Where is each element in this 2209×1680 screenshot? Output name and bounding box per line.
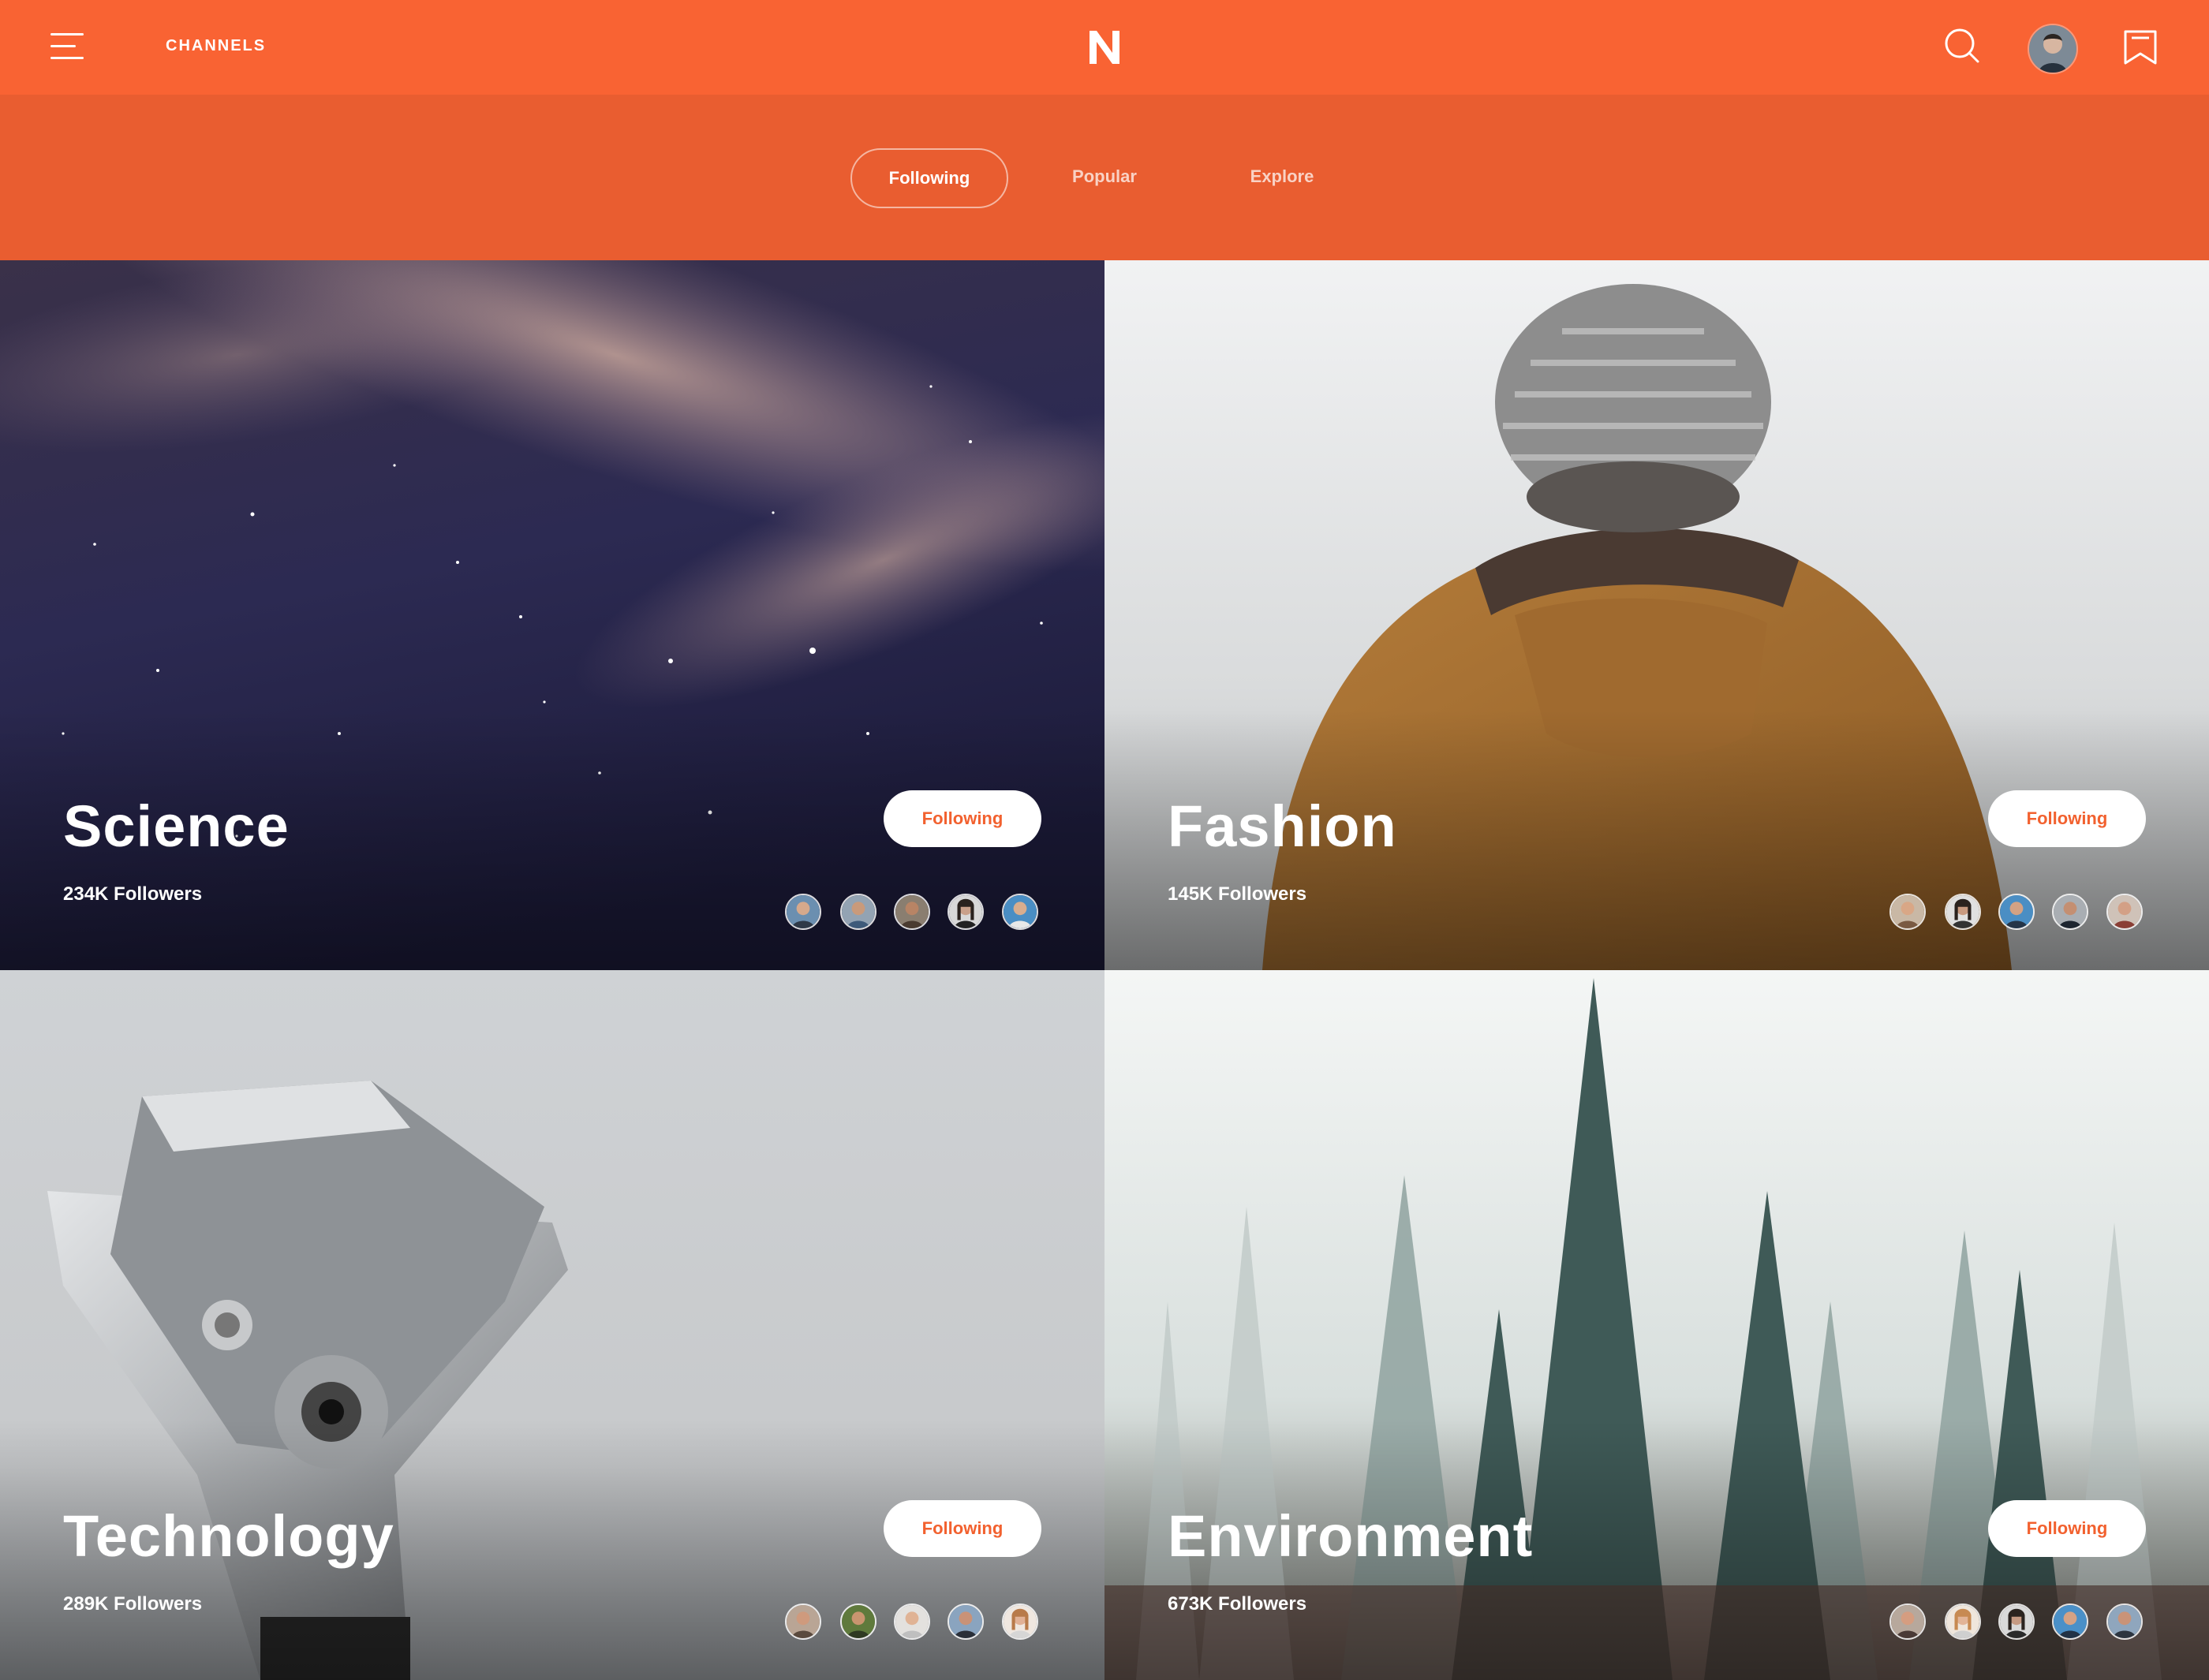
avatar[interactable] — [1998, 1603, 2035, 1640]
following-button[interactable]: Following — [884, 1500, 1041, 1557]
avatar[interactable] — [1889, 894, 1926, 930]
avatar[interactable] — [2106, 894, 2143, 930]
tab-bar: Following Popular Explore — [0, 95, 2209, 260]
avatar[interactable] — [785, 894, 821, 930]
channel-card-technology[interactable]: Technology Following 289K Followers — [0, 970, 1104, 1680]
avatar[interactable] — [1889, 1603, 1926, 1640]
followers-count: 234K Followers — [63, 883, 203, 905]
card-title: Science — [63, 793, 290, 859]
card-title: Technology — [63, 1503, 394, 1569]
follower-avatars — [785, 894, 1053, 930]
top-bar: CHANNELS — [0, 0, 2209, 95]
avatar[interactable] — [1002, 894, 1038, 930]
search-icon[interactable] — [1943, 27, 1981, 65]
tab-following[interactable]: Following — [850, 148, 1008, 208]
avatar[interactable] — [2052, 1603, 2088, 1640]
avatar[interactable] — [840, 1603, 876, 1640]
channel-card-science[interactable]: Science Following 234K Followers — [0, 260, 1104, 970]
avatar[interactable] — [894, 1603, 930, 1640]
card-title: Fashion — [1168, 793, 1397, 859]
following-button[interactable]: Following — [1988, 1500, 2146, 1557]
followers-count: 289K Followers — [63, 1593, 203, 1615]
channel-card-environment[interactable]: Environment Following 673K Followers — [1104, 970, 2209, 1680]
menu-icon[interactable] — [50, 33, 84, 60]
channels-label[interactable]: CHANNELS — [166, 37, 266, 55]
channel-card-fashion[interactable]: Fashion Following 145K Followers — [1104, 260, 2209, 970]
avatar[interactable] — [1002, 1603, 1038, 1640]
tab-popular[interactable]: Popular — [1049, 148, 1160, 205]
follower-avatars — [785, 1603, 1053, 1640]
follower-avatars — [1889, 894, 2158, 930]
avatar[interactable] — [1998, 894, 2035, 930]
followers-count: 145K Followers — [1168, 883, 1307, 905]
avatar[interactable] — [1945, 1603, 1981, 1640]
logo-icon[interactable] — [1085, 28, 1124, 67]
tab-explore[interactable]: Explore — [1227, 148, 1337, 205]
avatar[interactable] — [894, 894, 930, 930]
avatar[interactable] — [948, 1603, 984, 1640]
followers-count: 673K Followers — [1168, 1593, 1307, 1615]
avatar[interactable] — [948, 894, 984, 930]
follower-avatars — [1889, 1603, 2158, 1640]
following-button[interactable]: Following — [1988, 790, 2146, 847]
bookmark-icon[interactable] — [2122, 28, 2159, 66]
avatar[interactable] — [2106, 1603, 2143, 1640]
user-avatar[interactable] — [2028, 24, 2078, 74]
card-title: Environment — [1168, 1503, 1534, 1569]
avatar[interactable] — [840, 894, 876, 930]
avatar[interactable] — [785, 1603, 821, 1640]
following-button[interactable]: Following — [884, 790, 1041, 847]
avatar[interactable] — [2052, 894, 2088, 930]
avatar[interactable] — [1945, 894, 1981, 930]
